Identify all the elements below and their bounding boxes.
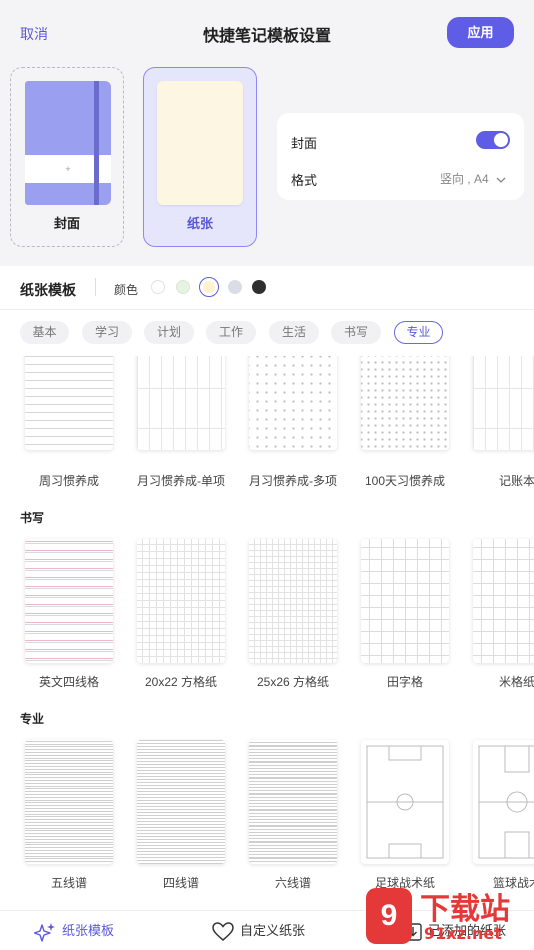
- tab-custom-paper-label: 自定义纸张: [240, 923, 306, 938]
- template-section-title: 纸张模板: [20, 282, 76, 298]
- template-label: 记账本: [498, 474, 534, 488]
- template-thumb[interactable]: [473, 740, 534, 864]
- template-label: 四线谱: [162, 876, 199, 890]
- template-label: 25x26 方格纸: [256, 675, 330, 689]
- template-thumb[interactable]: [137, 356, 225, 450]
- format-value-text: 竖向 , A4: [439, 172, 489, 186]
- color-swatch-gray[interactable]: [228, 280, 242, 294]
- site-watermark: 9 下载站 91xz.net: [362, 880, 534, 950]
- tab-basic[interactable]: 基本: [20, 321, 69, 344]
- template-thumb[interactable]: [249, 356, 337, 450]
- color-label: 颜色: [114, 283, 139, 297]
- template-label: 100天习惯养成: [364, 474, 446, 488]
- tab-paper-templates-label: 纸张模板: [62, 923, 115, 938]
- cover-toggle[interactable]: [476, 131, 510, 149]
- template-label: 周习惯养成: [38, 474, 99, 488]
- section-title-professional: 专业: [20, 712, 45, 726]
- soccer-field-icon: [366, 745, 444, 859]
- toggle-knob: [494, 133, 508, 147]
- color-swatch-green[interactable]: [176, 280, 190, 294]
- cover-preview: +: [25, 81, 111, 205]
- template-thumb[interactable]: [361, 740, 449, 864]
- template-label: 田字格: [386, 675, 423, 689]
- watermark-url: 91xz.net: [424, 924, 502, 943]
- header-divider: [95, 278, 96, 296]
- top-bar: 取消 快捷笔记模板设置 应用: [0, 0, 534, 64]
- template-thumb[interactable]: [25, 356, 113, 450]
- tab-life[interactable]: 生活: [269, 321, 319, 344]
- template-thumb[interactable]: [361, 539, 449, 663]
- swatch-fill: [202, 280, 215, 293]
- paper-preview: [157, 81, 243, 205]
- divider: [0, 309, 534, 310]
- template-panel: 纸张模板 颜色 基本 学习 计划 工作 生活 书写 专业 周习惯养成 月习惯养成…: [0, 266, 534, 950]
- watermark-brand: 下载站: [420, 892, 510, 927]
- template-grid: 周习惯养成 月习惯养成-单项 月习惯养成-多项 100天习惯养成 记账本 书写 …: [0, 356, 534, 910]
- watermark-badge: 9: [366, 888, 412, 944]
- tab-paper-templates[interactable]: 纸张模板: [34, 921, 115, 942]
- format-setting-label: 格式: [291, 173, 318, 188]
- color-swatch-yellow[interactable]: [199, 277, 219, 297]
- template-thumb[interactable]: [137, 740, 225, 864]
- template-thumb[interactable]: [249, 539, 337, 663]
- cover-strap: [94, 81, 99, 205]
- cover-setting-row: 封面: [291, 131, 510, 151]
- template-label: 20x22 方格纸: [144, 675, 218, 689]
- tab-custom-paper[interactable]: 自定义纸张: [212, 921, 305, 941]
- cover-setting-label: 封面: [291, 136, 318, 151]
- template-label: 月习惯养成-多项: [249, 474, 337, 488]
- sparkle-icon: [34, 922, 55, 942]
- tab-study[interactable]: 学习: [82, 321, 132, 344]
- color-swatch-black[interactable]: [252, 280, 266, 294]
- template-thumb[interactable]: [473, 356, 534, 450]
- format-setting-row[interactable]: 格式 竖向 , A4: [291, 168, 510, 188]
- color-swatch-white[interactable]: [151, 280, 165, 294]
- cover-card-label: 封面: [53, 216, 80, 231]
- tab-writing[interactable]: 书写: [331, 321, 381, 344]
- section-title-writing: 书写: [20, 511, 45, 525]
- chevron-down-icon: [496, 177, 506, 183]
- paper-card[interactable]: 纸张: [143, 67, 257, 247]
- template-label: 米格纸: [498, 675, 534, 689]
- template-label: 五线谱: [50, 876, 87, 890]
- template-thumb[interactable]: [137, 539, 225, 663]
- settings-panel: 封面 格式 竖向 , A4: [277, 113, 524, 200]
- template-label: 月习惯养成-单项: [137, 474, 225, 488]
- tab-plan[interactable]: 计划: [144, 321, 194, 344]
- template-thumb[interactable]: [361, 356, 449, 450]
- template-label: 六线谱: [274, 876, 311, 890]
- heart-icon: [212, 921, 234, 941]
- basketball-court-icon: [478, 745, 534, 859]
- template-thumb[interactable]: [25, 740, 113, 864]
- apply-button[interactable]: 应用: [447, 17, 514, 48]
- tab-professional[interactable]: 专业: [394, 321, 443, 344]
- cover-card[interactable]: + 封面: [10, 67, 124, 247]
- tab-work[interactable]: 工作: [206, 321, 256, 344]
- format-value[interactable]: 竖向 , A4: [440, 170, 506, 187]
- template-label: 英文四线格: [38, 675, 99, 689]
- paper-card-label: 纸张: [186, 216, 213, 231]
- template-thumb[interactable]: [25, 539, 113, 663]
- template-thumb[interactable]: [473, 539, 534, 663]
- template-thumb[interactable]: [249, 740, 337, 864]
